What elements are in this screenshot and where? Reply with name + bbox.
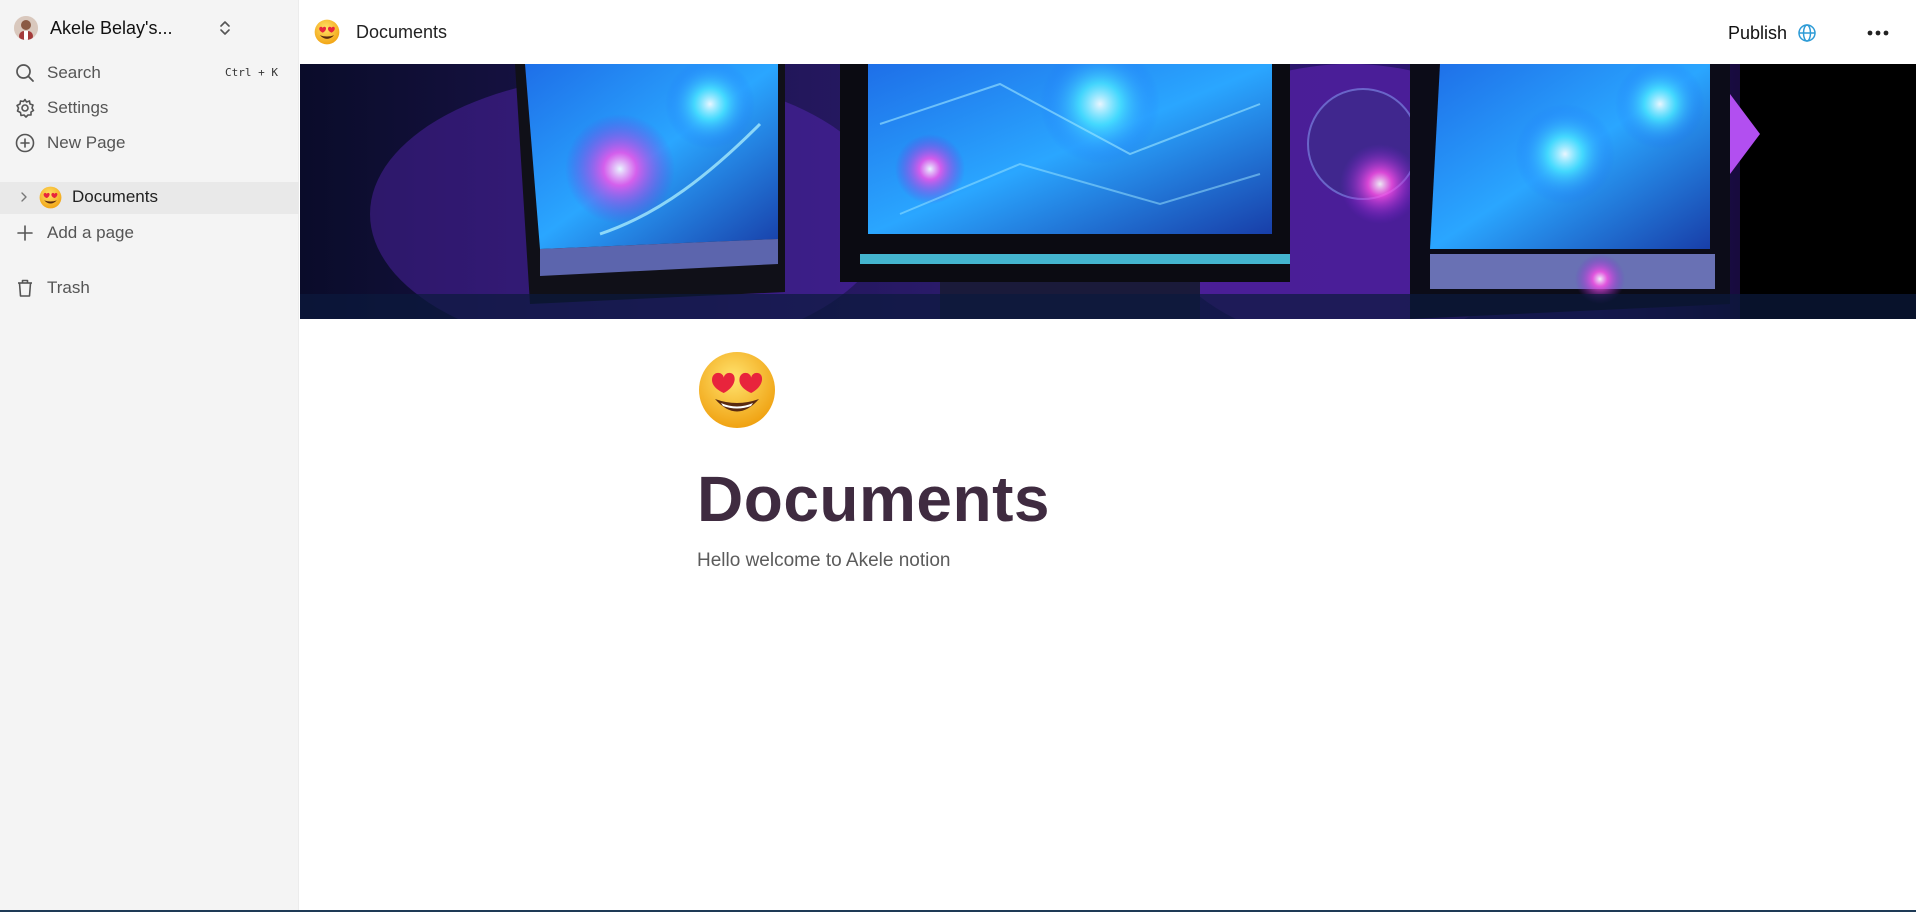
- chevron-right-icon[interactable]: [17, 190, 31, 204]
- breadcrumb[interactable]: Documents: [314, 18, 447, 46]
- gear-icon: [16, 98, 35, 118]
- sidebar-item-search[interactable]: Search Ctrl + K: [0, 58, 299, 88]
- more-options-icon[interactable]: [1863, 18, 1893, 48]
- sidebar-item-label: New Page: [47, 133, 126, 152]
- sidebar-page-documents[interactable]: Documents: [0, 182, 299, 214]
- publish-label: Publish: [1728, 22, 1788, 43]
- workspace-name: Akele Belay's...: [50, 17, 173, 38]
- sidebar-item-add-page[interactable]: Add a page: [0, 218, 299, 248]
- plus-icon: [17, 225, 33, 241]
- breadcrumb-label: Documents: [356, 21, 448, 42]
- page-title[interactable]: Documents: [697, 462, 1050, 536]
- search-shortcut: Ctrl + K: [225, 66, 278, 79]
- page-body-text[interactable]: Hello welcome to Akele notion: [697, 550, 950, 572]
- chevron-up-down-icon: [220, 21, 230, 35]
- sidebar-item-label: Add a page: [47, 223, 134, 242]
- publish-button[interactable]: Publish: [1728, 19, 1817, 47]
- search-icon: [16, 64, 34, 82]
- sidebar-item-settings[interactable]: Settings: [0, 93, 299, 123]
- sidebar-item-new-page[interactable]: New Page: [0, 128, 299, 158]
- sidebar-item-label: Documents: [72, 187, 158, 206]
- workspace-switcher[interactable]: Akele Belay's...: [14, 15, 234, 41]
- trash-icon: [18, 279, 32, 297]
- sidebar-item-label: Settings: [47, 98, 109, 117]
- sidebar-item-label: Search: [47, 63, 101, 82]
- sidebar: Akele Belay's... Search Ctrl + K Setting…: [0, 0, 299, 912]
- heart-eyes-emoji-icon: [314, 19, 340, 45]
- plus-circle-icon: [15, 133, 35, 153]
- heart-eyes-emoji-icon: [39, 186, 62, 209]
- globe-icon: [1798, 24, 1816, 42]
- avatar: [14, 16, 38, 40]
- cover-image: [300, 64, 1916, 319]
- heart-eyes-emoji-icon[interactable]: [697, 350, 777, 430]
- sidebar-item-label: Trash: [47, 278, 90, 297]
- sidebar-item-trash[interactable]: Trash: [0, 273, 299, 303]
- top-bar: Documents Publish: [300, 0, 1916, 64]
